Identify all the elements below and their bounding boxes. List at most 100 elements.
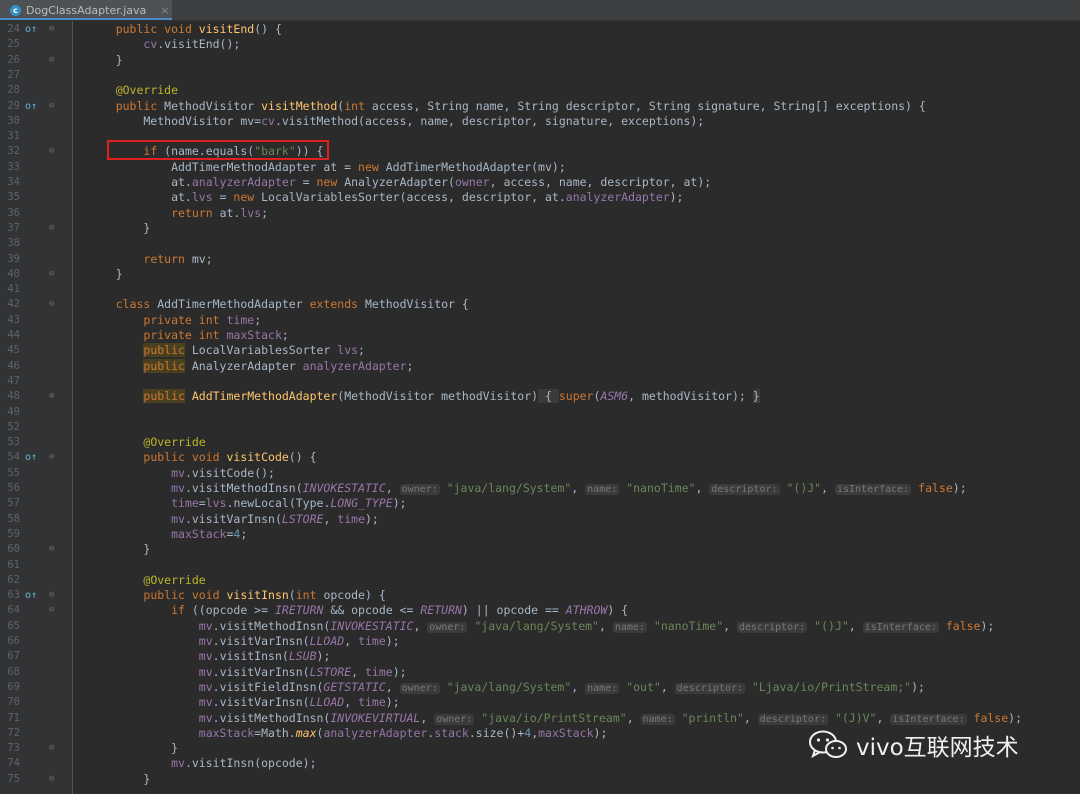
fold-toggle-icon[interactable]: ⊖	[49, 99, 54, 114]
code-line[interactable]: 33 AddTimerMethodAdapter at = new AddTim…	[0, 160, 1080, 175]
code-line[interactable]: 61	[0, 558, 1080, 573]
line-number: 52	[7, 420, 20, 433]
code-line[interactable]: 45 public LocalVariablesSorter lvs;	[0, 343, 1080, 358]
close-tab-icon[interactable]: ×	[160, 4, 169, 17]
code-text: private int time;	[143, 312, 262, 327]
override-marker-icon[interactable]: o↑	[25, 22, 37, 37]
code-line[interactable]: 62 @Override	[0, 573, 1080, 588]
line-number: 46	[7, 359, 20, 372]
code-line[interactable]: 67 mv.visitInsn(LSUB);	[0, 649, 1080, 664]
code-line[interactable]: 68 mv.visitVarInsn(LSTORE, time);	[0, 665, 1080, 680]
fold-toggle-icon[interactable]: ⊖	[49, 267, 54, 282]
editor-tab-bar: c DogClassAdapter.java ×	[0, 0, 1080, 21]
fold-toggle-icon[interactable]: ⊖	[49, 22, 54, 37]
code-line[interactable]: 41	[0, 282, 1080, 297]
line-number: 68	[7, 665, 20, 678]
code-line[interactable]: 70 mv.visitVarInsn(LLOAD, time);	[0, 695, 1080, 710]
line-number: 44	[7, 329, 20, 341]
fold-toggle-icon[interactable]: ⊖	[49, 542, 54, 557]
code-text: cv.visitEnd();	[143, 37, 241, 52]
code-line[interactable]: 64 ⊖ if ((opcode >= IRETURN && opcode <= …	[0, 603, 1080, 618]
code-line[interactable]: 56 mv.visitMethodInsn(INVOKESTATIC, owne…	[0, 481, 1080, 496]
code-text: mv.visitMethodInsn(INVOKEVIRTUAL, owner:…	[198, 710, 1023, 725]
code-text: }	[88, 542, 151, 557]
code-line[interactable]: 66 mv.visitVarInsn(LLOAD, time);	[0, 634, 1080, 649]
code-line[interactable]: 59 maxStack=4;	[0, 527, 1080, 542]
code-text: public void visitInsn(int opcode) {	[143, 588, 386, 603]
code-line[interactable]: 52	[0, 420, 1080, 435]
fold-toggle-icon[interactable]: ⊖	[49, 603, 54, 618]
code-line[interactable]: 58 mv.visitVarInsn(LSTORE, time);	[0, 512, 1080, 527]
line-number: 74	[7, 757, 20, 770]
code-text: @Override	[143, 435, 206, 450]
fold-toggle-icon[interactable]: ⊕	[49, 389, 54, 404]
code-line[interactable]: 44 private int maxStack;	[0, 328, 1080, 343]
code-line[interactable]: 69 mv.visitFieldInsn(GETSTATIC, owner: "…	[0, 680, 1080, 695]
fold-toggle-icon[interactable]: ⊖	[49, 588, 54, 603]
fold-toggle-icon[interactable]: ⊖	[49, 772, 54, 787]
line-number: 31	[7, 130, 20, 143]
line-number: 55	[7, 466, 20, 479]
code-line[interactable]: 65 mv.visitMethodInsn(INVOKESTATIC, owne…	[0, 619, 1080, 634]
code-line[interactable]: 54 o↑ ⊖ public void visitCode() {	[0, 450, 1080, 465]
code-line[interactable]: 29 o↑ ⊖ public MethodVisitor visitMethod(i…	[0, 99, 1080, 114]
code-line[interactable]: 43 private int time;	[0, 313, 1080, 328]
fold-toggle-icon[interactable]: ⊖	[49, 741, 54, 756]
code-line[interactable]: 53 @Override	[0, 435, 1080, 450]
code-line[interactable]: 57 time=lvs.newLocal(Type.LONG_TYPE);	[0, 496, 1080, 511]
code-line[interactable]: 46 public AnalyzerAdapter analyzerAdapte…	[0, 358, 1080, 374]
code-line[interactable]: 60 ⊖ }	[0, 542, 1080, 557]
code-line[interactable]: 71 mv.visitMethodInsn(INVOKEVIRTUAL, own…	[0, 711, 1080, 726]
code-text: mv.visitVarInsn(LLOAD, time);	[198, 695, 400, 710]
code-text: }	[88, 266, 123, 281]
line-number: 45	[7, 344, 20, 357]
code-line[interactable]: 48 ⊕ public AddTimerMethodAdapter(MethodV…	[0, 389, 1080, 404]
code-line[interactable]: 39 return mv;	[0, 252, 1080, 267]
code-line[interactable]: 47	[0, 374, 1080, 389]
code-line[interactable]: 34 at.analyzerAdapter = new AnalyzerAdap…	[0, 175, 1080, 190]
line-number: 75	[7, 772, 20, 785]
code-text: public void visitEnd() {	[115, 22, 282, 36]
fold-toggle-icon[interactable]: ⊖	[49, 144, 54, 159]
fold-toggle-icon[interactable]: ⊖	[49, 450, 54, 465]
code-line[interactable]: 63 o↑ ⊖ public void visitInsn(int opcode) …	[0, 588, 1080, 603]
line-number: 71	[7, 711, 20, 724]
fold-toggle-icon[interactable]: ⊖	[49, 297, 54, 312]
override-marker-icon[interactable]: o↑	[25, 588, 37, 603]
code-line[interactable]: 28 @Override	[0, 83, 1080, 98]
code-line[interactable]: 24 o↑ ⊖ public void visitEnd() {	[0, 22, 1080, 37]
code-line[interactable]: 26 ⊖ }	[0, 53, 1080, 68]
line-number: 36	[7, 206, 20, 219]
line-number: 67	[7, 650, 20, 663]
line-number: 62	[7, 573, 20, 586]
fold-toggle-icon[interactable]: ⊖	[49, 53, 54, 68]
line-number: 43	[7, 313, 20, 326]
code-line[interactable]: 38	[0, 236, 1080, 251]
code-line[interactable]: 40 ⊖ }	[0, 267, 1080, 282]
line-number: 53	[7, 436, 20, 449]
code-line[interactable]: 75 ⊖ }	[0, 772, 1080, 787]
code-text: if ((opcode >= IRETURN && opcode <= RETU…	[171, 603, 629, 618]
code-line[interactable]: 30 MethodVisitor mv=cv.visitMethod(acces…	[0, 114, 1080, 129]
code-text: at.analyzerAdapter = new AnalyzerAdapter…	[88, 175, 712, 189]
code-line[interactable]: 27	[0, 68, 1080, 83]
code-text: at.lvs = new LocalVariablesSorter(access…	[88, 190, 684, 205]
override-marker-icon[interactable]: o↑	[25, 99, 37, 114]
code-line[interactable]: 35 at.lvs = new LocalVariablesSorter(acc…	[0, 190, 1080, 205]
code-text: @Override	[115, 83, 179, 98]
code-line[interactable]: 55 mv.visitCode();	[0, 466, 1080, 481]
fold-toggle-icon[interactable]: ⊖	[49, 221, 54, 236]
code-line[interactable]: 25 cv.visitEnd();	[0, 37, 1080, 52]
line-number: 28	[7, 84, 20, 97]
code-line[interactable]: 49	[0, 405, 1080, 420]
code-line[interactable]: 37 ⊖ }	[0, 221, 1080, 236]
java-class-icon: c	[10, 4, 21, 16]
code-text: mv.visitMethodInsn(INVOKESTATIC, owner: …	[171, 481, 967, 495]
code-line[interactable]: 42 ⊖ class AddTimerMethodAdapter extends …	[0, 297, 1080, 312]
line-number: 60	[7, 543, 20, 556]
override-marker-icon[interactable]: o↑	[25, 450, 37, 465]
file-tab[interactable]: c DogClassAdapter.java ×	[0, 0, 172, 20]
code-text: time=lvs.newLocal(Type.LONG_TYPE);	[171, 496, 407, 511]
code-line[interactable]: 36 return at.lvs;	[0, 206, 1080, 221]
line-number: 54	[7, 451, 20, 464]
